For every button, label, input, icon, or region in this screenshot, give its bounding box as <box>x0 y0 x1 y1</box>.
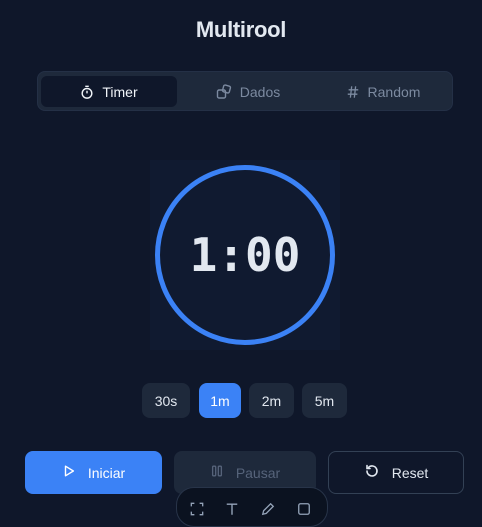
dice-icon <box>216 83 232 100</box>
start-label: Iniciar <box>87 464 126 481</box>
rectangle-icon[interactable] <box>297 502 311 521</box>
pen-icon[interactable] <box>261 502 275 521</box>
pause-icon <box>210 464 224 481</box>
preset-30s-label: 30s <box>154 392 178 409</box>
reset-icon <box>364 463 380 482</box>
preset-30s-button[interactable]: 30s <box>142 383 190 418</box>
page-title: Multirool <box>195 17 287 42</box>
preset-5m-label: 5m <box>314 392 335 409</box>
screenshot-select-icon[interactable] <box>190 502 204 521</box>
pause-label: Pausar <box>235 464 281 481</box>
reset-button[interactable]: Reset <box>328 451 464 494</box>
preset-1m-label: 1m <box>210 392 230 409</box>
timer-display: 1:00 <box>150 160 340 350</box>
tab-dados[interactable]: Dados <box>198 76 298 107</box>
preset-2m-button[interactable]: 2m <box>249 383 294 418</box>
reset-label: Reset <box>391 464 429 481</box>
preset-5m-button[interactable]: 5m <box>302 383 347 418</box>
preset-2m-label: 2m <box>261 392 282 409</box>
stopwatch-icon <box>80 85 94 99</box>
tab-bar: Timer Dados Random <box>37 71 453 111</box>
tab-dados-label: Dados <box>239 83 281 100</box>
play-icon <box>62 464 76 481</box>
floating-toolbar <box>176 487 328 527</box>
tab-timer[interactable]: Timer <box>41 76 177 107</box>
tab-timer-label: Timer <box>102 83 138 100</box>
time-readout: 1:00 <box>189 228 301 282</box>
text-icon[interactable] <box>225 502 239 521</box>
start-button[interactable]: Iniciar <box>25 451 162 494</box>
hash-icon <box>346 85 360 99</box>
tab-random-label: Random <box>367 83 421 100</box>
tab-random[interactable]: Random <box>329 76 437 107</box>
preset-1m-button[interactable]: 1m <box>199 383 241 418</box>
